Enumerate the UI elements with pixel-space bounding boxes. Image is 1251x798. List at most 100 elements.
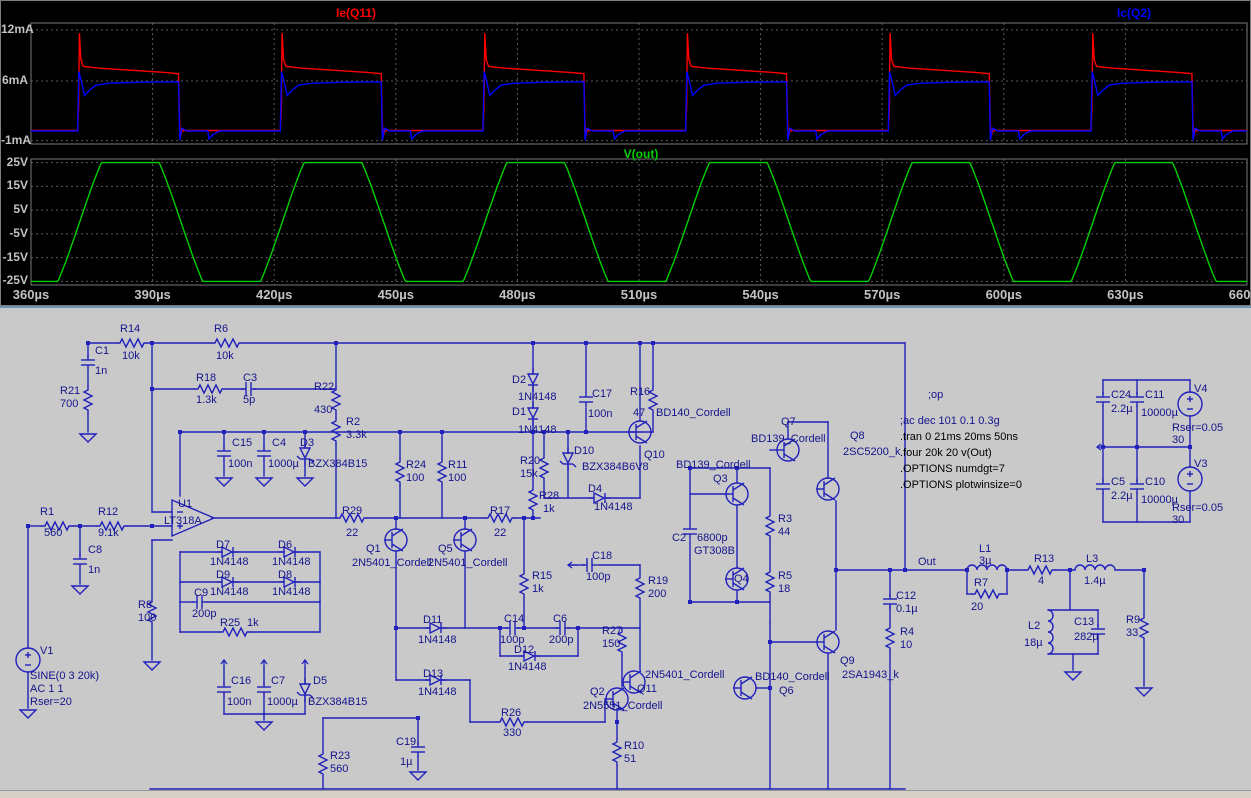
- component-r10[interactable]: R1051: [611, 738, 644, 766]
- component-name-label[interactable]: D6: [278, 539, 292, 551]
- component-c2[interactable]: C2 6800p: [672, 524, 728, 544]
- component-name-label[interactable]: R19: [648, 575, 668, 587]
- component-value-label[interactable]: BZX384B15: [308, 696, 367, 708]
- component-param-label[interactable]: Rser=20: [30, 696, 72, 708]
- component-c15[interactable]: C15 100n: [217, 437, 252, 470]
- component-name-label[interactable]: D10: [574, 445, 594, 457]
- spice-comment[interactable]: ;ac dec 101 0.1 0.3g: [900, 415, 1000, 427]
- component-value-label[interactable]: 10k: [216, 350, 234, 362]
- spice-directive[interactable]: .four 20k 20 v(Out): [900, 447, 992, 459]
- component-u1[interactable]: U1 LT318A: [164, 498, 216, 538]
- spice-directive[interactable]: .tran 0 21ms 20ms 50ns: [900, 431, 1019, 443]
- component-r1[interactable]: R1 560: [40, 506, 73, 539]
- component-r2[interactable]: R23.3k: [330, 416, 367, 445]
- component-value-label[interactable]: 5p: [243, 394, 255, 406]
- net-flag-arrow-left[interactable]: [1095, 443, 1106, 451]
- component-value-label[interactable]: 1N4148: [518, 424, 557, 436]
- component-name-label[interactable]: D2: [512, 374, 526, 386]
- spice-directive[interactable]: .OPTIONS numdgt=7: [900, 463, 1005, 475]
- component-name-label[interactable]: Q8: [850, 430, 865, 442]
- component-value-label[interactable]: 2N5401_Cordell: [645, 669, 725, 681]
- component-value-label[interactable]: 44: [778, 526, 790, 538]
- component-value-label[interactable]: 100: [406, 472, 424, 484]
- component-name-label[interactable]: R25: [220, 617, 240, 629]
- spice-comment[interactable]: ;ac dec 101 0.1 0.3g: [900, 415, 1000, 427]
- component-value-label[interactable]: 18: [778, 583, 790, 595]
- component-name-label[interactable]: C7: [271, 675, 285, 687]
- component-value-label[interactable]: 200: [648, 588, 666, 600]
- component-d13[interactable]: D13 1N4148: [418, 668, 457, 698]
- spice-comment[interactable]: ;op: [928, 389, 943, 401]
- component-d11[interactable]: D11 1N4148: [418, 614, 457, 646]
- component-name-label[interactable]: R29: [342, 505, 362, 517]
- component-name-label[interactable]: C11: [1145, 389, 1164, 401]
- component-name-label[interactable]: Q11: [637, 683, 657, 695]
- net-label-out[interactable]: Out: [918, 556, 936, 568]
- spice-comment[interactable]: ;op: [928, 389, 943, 401]
- component-name-label[interactable]: R16: [630, 386, 650, 398]
- component-name-label[interactable]: Q6: [779, 685, 794, 697]
- component-value-label[interactable]: 22: [494, 527, 506, 539]
- component-name-label[interactable]: C12: [896, 590, 916, 602]
- component-param-label[interactable]: Rser=0.05: [1172, 502, 1223, 514]
- net-flag-arrow-up[interactable]: [260, 658, 268, 669]
- net-flag-arrow-up[interactable]: [301, 658, 309, 669]
- component-name-label[interactable]: D12: [514, 644, 534, 656]
- component-name-label[interactable]: R2: [346, 416, 360, 428]
- trace-label-ic-q2[interactable]: Ic(Q2): [1098, 6, 1170, 20]
- component-d9[interactable]: D9 1N4148: [210, 569, 249, 598]
- component-value-label[interactable]: 1N4148: [594, 501, 633, 513]
- component-value-label[interactable]: 1k: [532, 583, 544, 595]
- component-name-label[interactable]: C4: [272, 437, 286, 449]
- component-name-label[interactable]: D4: [588, 483, 602, 495]
- component-name-label[interactable]: C6: [553, 613, 567, 625]
- component-name-label[interactable]: Q1: [366, 543, 381, 555]
- component-name-label[interactable]: C9: [194, 587, 208, 599]
- component-value-label[interactable]: 2N5551_Cordell: [583, 700, 663, 712]
- component-value-label[interactable]: 22: [346, 527, 358, 539]
- component-value-label[interactable]: 200p: [549, 634, 573, 646]
- component-q3[interactable]: Q3 BD139_Cordell: [676, 459, 751, 506]
- component-r26[interactable]: R26 330: [496, 707, 528, 739]
- component-value-label[interactable]: 10k: [122, 350, 140, 362]
- component-param-label[interactable]: 30: [1172, 434, 1184, 446]
- schematic-window[interactable]: C1 1n R14 10k R6 10k R21 700 R18 1.3k C3 5p R22 430 R2…: [0, 306, 1251, 790]
- component-param-label[interactable]: Rser=0.05: [1172, 502, 1223, 514]
- component-name-label[interactable]: C17: [592, 388, 612, 400]
- net-label-out[interactable]: Out: [918, 556, 936, 568]
- component-value-label[interactable]: 1000µ: [267, 696, 298, 708]
- component-param-label[interactable]: 30: [1172, 514, 1184, 526]
- component-name-label[interactable]: C1: [95, 345, 109, 357]
- component-q6[interactable]: Q6 BD140_Cordell: [733, 671, 830, 700]
- component-r4[interactable]: R410: [884, 624, 914, 652]
- component-param-label[interactable]: Rser=0.05: [1172, 422, 1223, 434]
- trace-label-v-out[interactable]: V(out): [605, 147, 677, 161]
- component-value-label[interactable]: 3µ: [979, 555, 992, 567]
- component-c17[interactable]: C17 100n: [579, 388, 612, 420]
- component-q1[interactable]: Q1 2N5401_Cordell: [352, 528, 432, 569]
- component-value-label[interactable]: 1µ: [400, 756, 413, 768]
- component-value-label[interactable]: 1.4µ: [1084, 575, 1106, 587]
- component-d12[interactable]: D12 1N4148: [508, 644, 547, 673]
- component-value-label[interactable]: 100n: [228, 458, 252, 470]
- component-value-label[interactable]: 700: [60, 398, 78, 410]
- component-name-label[interactable]: R22: [314, 381, 334, 393]
- component-name-label[interactable]: C13: [1074, 616, 1094, 628]
- component-name-label[interactable]: D1: [512, 406, 526, 418]
- component-name-label[interactable]: L2: [1028, 620, 1040, 632]
- component-value-label[interactable]: 100: [138, 612, 156, 624]
- component-r11[interactable]: R11100: [436, 458, 467, 486]
- component-value-label[interactable]: 51: [624, 753, 636, 765]
- component-value-label[interactable]: 2SC5200_k: [843, 446, 901, 458]
- component-c19[interactable]: C19 1µ: [396, 736, 425, 768]
- component-name-label[interactable]: R11: [448, 459, 467, 471]
- component-name-label[interactable]: R18: [196, 372, 216, 384]
- component-name-label[interactable]: R13: [1034, 553, 1054, 565]
- component-r22[interactable]: R22 430: [314, 381, 342, 416]
- component-name-label[interactable]: D11: [423, 614, 442, 626]
- component-r3[interactable]: R344: [764, 512, 792, 540]
- component-value-label[interactable]: 2N5401_Cordell: [352, 557, 432, 569]
- component-c5[interactable]: C5 2.2µ: [1096, 476, 1133, 502]
- component-value-label[interactable]: BZX384B6V8: [582, 461, 649, 473]
- component-r5[interactable]: R518: [764, 568, 792, 596]
